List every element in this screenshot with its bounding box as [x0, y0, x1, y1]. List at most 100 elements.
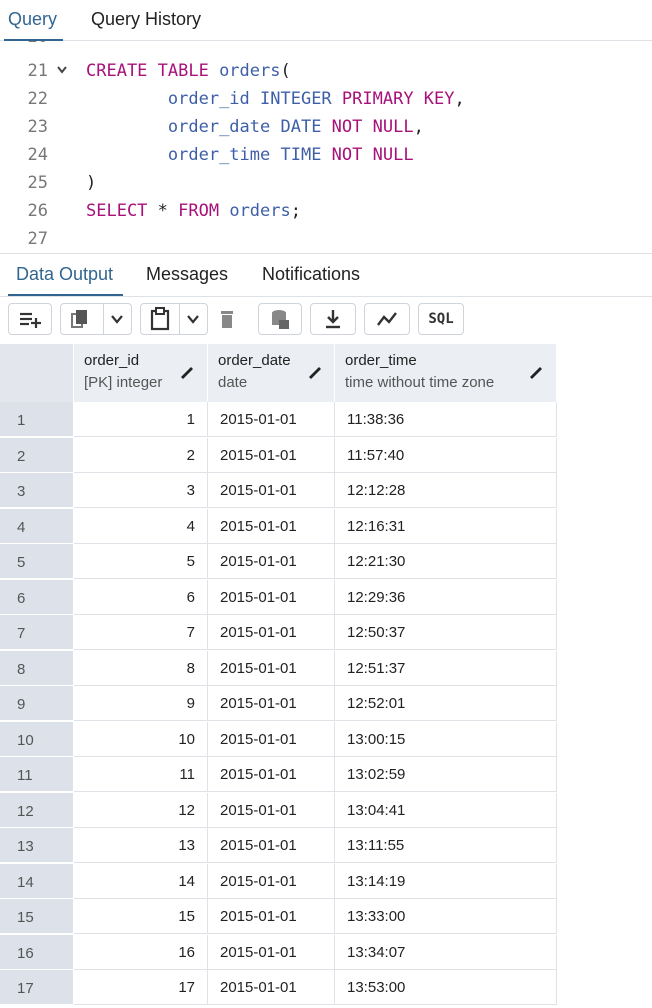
cell-order-date[interactable]: 2015-01-01	[208, 402, 335, 437]
cell-order-date[interactable]: 2015-01-01	[208, 863, 335, 899]
row-number[interactable]: 8	[0, 650, 73, 686]
cell-order-date[interactable]: 2015-01-01	[208, 757, 335, 792]
cell-order-id[interactable]: 10	[74, 721, 208, 757]
cell-order-date[interactable]: 2015-01-01	[208, 579, 335, 615]
cell-order-date[interactable]: 2015-01-01	[208, 828, 335, 863]
cell-order-date[interactable]: 2015-01-01	[208, 437, 335, 473]
tab-data-output[interactable]: Data Output	[7, 264, 124, 296]
row-number[interactable]: 12	[0, 792, 73, 828]
cell-order-id[interactable]: 16	[74, 934, 208, 970]
cell-order-time[interactable]: 13:00:15	[335, 721, 557, 757]
cell-order-id[interactable]: 12	[74, 792, 208, 828]
download-button[interactable]	[310, 303, 356, 335]
code-line[interactable]: order_time TIME NOT NULL	[86, 145, 414, 165]
cell-order-time[interactable]: 12:52:01	[335, 686, 557, 721]
row-number[interactable]: 10	[0, 721, 73, 757]
cell-order-time[interactable]: 11:38:36	[335, 402, 557, 437]
cell-order-time[interactable]: 12:21:30	[335, 544, 557, 579]
cell-order-id[interactable]: 15	[74, 899, 208, 934]
code-line[interactable]: order_id INTEGER PRIMARY KEY,	[86, 89, 465, 109]
row-number[interactable]: 14	[0, 863, 73, 899]
cell-order-date[interactable]: 2015-01-01	[208, 792, 335, 828]
row-number[interactable]: 1	[0, 402, 73, 437]
cell-order-time[interactable]: 12:51:37	[335, 650, 557, 686]
cell-order-id[interactable]: 11	[74, 757, 208, 792]
line-number: 20	[0, 41, 48, 47]
column-header-order-time[interactable]: order_time time without time zone	[335, 344, 557, 402]
sql-editor[interactable]: 2021CREATE TABLE orders(22 order_id INTE…	[0, 41, 652, 253]
delete-button[interactable]	[212, 303, 242, 335]
row-number[interactable]: 4	[0, 508, 73, 544]
cell-order-id[interactable]: 17	[74, 970, 208, 1005]
cell-order-time[interactable]: 13:33:00	[335, 899, 557, 934]
cell-order-time[interactable]: 12:16:31	[335, 508, 557, 544]
cell-order-date[interactable]: 2015-01-01	[208, 970, 335, 1005]
cell-order-id[interactable]: 5	[74, 544, 208, 579]
cell-order-date[interactable]: 2015-01-01	[208, 544, 335, 579]
tab-notifications[interactable]: Notifications	[262, 264, 360, 285]
cell-order-id[interactable]: 3	[74, 473, 208, 508]
chevron-down-icon[interactable]	[110, 313, 124, 325]
cell-order-date[interactable]: 2015-01-01	[208, 650, 335, 686]
row-number[interactable]: 7	[0, 615, 73, 650]
cell-order-id[interactable]: 2	[74, 437, 208, 473]
pencil-icon[interactable]	[178, 362, 196, 380]
pencil-icon[interactable]	[306, 362, 324, 380]
code-line[interactable]: SELECT * FROM orders;	[86, 201, 301, 221]
cell-order-time[interactable]: 11:57:40	[335, 437, 557, 473]
cell-order-time[interactable]: 13:14:19	[335, 863, 557, 899]
code-line[interactable]: )	[86, 173, 96, 193]
cell-order-time[interactable]: 12:12:28	[335, 473, 557, 508]
cell-order-date[interactable]: 2015-01-01	[208, 686, 335, 721]
row-number[interactable]: 9	[0, 686, 73, 721]
data-toolbar: SQL	[0, 297, 652, 343]
cell-order-date[interactable]: 2015-01-01	[208, 934, 335, 970]
sql-button[interactable]: SQL	[418, 303, 464, 335]
copy-button[interactable]	[60, 303, 132, 335]
cell-order-time[interactable]: 13:11:55	[335, 828, 557, 863]
graph-visualiser-button[interactable]	[364, 303, 410, 335]
column-header-order-id[interactable]: order_id [PK] integer	[74, 344, 208, 402]
cell-order-time[interactable]: 12:50:37	[335, 615, 557, 650]
cell-order-date[interactable]: 2015-01-01	[208, 508, 335, 544]
cell-order-time[interactable]: 13:53:00	[335, 970, 557, 1005]
row-number[interactable]: 17	[0, 970, 73, 1005]
cell-order-id[interactable]: 9	[74, 686, 208, 721]
cell-order-date[interactable]: 2015-01-01	[208, 615, 335, 650]
cell-order-date[interactable]: 2015-01-01	[208, 899, 335, 934]
cell-order-date[interactable]: 2015-01-01	[208, 721, 335, 757]
column-header-order-date[interactable]: order_date date	[208, 344, 335, 402]
chevron-down-icon[interactable]	[186, 313, 200, 325]
cell-order-date[interactable]: 2015-01-01	[208, 473, 335, 508]
row-number[interactable]: 2	[0, 437, 73, 473]
cell-order-id[interactable]: 4	[74, 508, 208, 544]
code-line[interactable]: CREATE TABLE orders(	[86, 61, 291, 81]
paste-button[interactable]	[140, 303, 208, 335]
cell-order-time[interactable]: 12:29:36	[335, 579, 557, 615]
row-number[interactable]: 11	[0, 757, 73, 792]
code-line[interactable]: order_date DATE NOT NULL,	[86, 117, 424, 137]
row-number[interactable]: 5	[0, 544, 73, 579]
cell-order-id[interactable]: 14	[74, 863, 208, 899]
cell-order-time[interactable]: 13:04:41	[335, 792, 557, 828]
cell-order-id[interactable]: 8	[74, 650, 208, 686]
cell-order-id[interactable]: 7	[74, 615, 208, 650]
row-number[interactable]: 16	[0, 934, 73, 970]
cell-order-id[interactable]: 1	[74, 402, 208, 437]
add-row-button[interactable]	[8, 303, 52, 335]
row-number[interactable]: 15	[0, 899, 73, 934]
row-number[interactable]: 6	[0, 579, 73, 615]
tab-query-history[interactable]: Query History	[91, 9, 201, 30]
save-data-button[interactable]	[258, 303, 302, 335]
tab-messages[interactable]: Messages	[146, 264, 228, 285]
pencil-icon[interactable]	[527, 362, 545, 380]
cell-order-time[interactable]: 13:34:07	[335, 934, 557, 970]
fold-chevron-icon[interactable]	[56, 64, 68, 79]
line-number: 27	[27, 229, 48, 249]
tab-query[interactable]: Query	[3, 9, 64, 41]
cell-order-id[interactable]: 13	[74, 828, 208, 863]
row-number[interactable]: 13	[0, 828, 73, 863]
row-number[interactable]: 3	[0, 473, 73, 508]
cell-order-id[interactable]: 6	[74, 579, 208, 615]
cell-order-time[interactable]: 13:02:59	[335, 757, 557, 792]
